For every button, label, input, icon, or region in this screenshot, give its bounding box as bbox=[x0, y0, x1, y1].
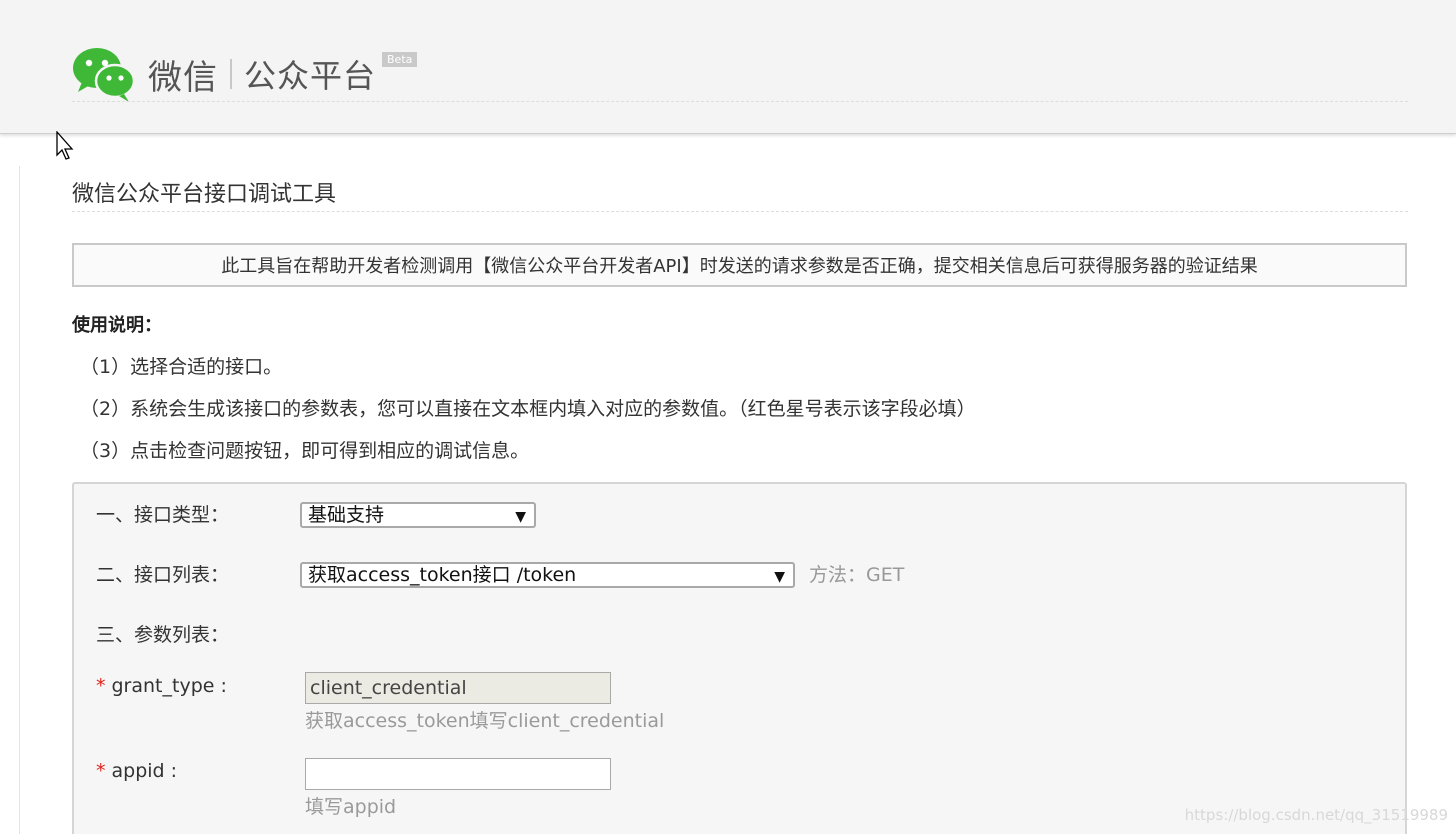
interface-list-select[interactable]: 获取access_token接口 /token ▼ bbox=[300, 562, 795, 588]
left-border bbox=[19, 166, 20, 834]
debug-form-panel bbox=[72, 482, 1407, 834]
platform-name: 公众平台 bbox=[244, 57, 377, 95]
interface-type-select[interactable]: 基础支持 ▼ bbox=[300, 502, 536, 528]
interface-list-value: 获取access_token接口 /token bbox=[308, 564, 577, 586]
wechat-logo-icon bbox=[72, 44, 136, 104]
appid-hint: 填写appid bbox=[305, 796, 397, 818]
param-label-grant-type: * grant_type : bbox=[96, 675, 227, 697]
interface-type-value: 基础支持 bbox=[308, 504, 385, 526]
page-title: 微信公众平台接口调试工具 bbox=[72, 182, 337, 207]
param-name: grant_type : bbox=[111, 675, 227, 697]
mouse-cursor-icon bbox=[56, 130, 76, 161]
param-name: appid : bbox=[111, 760, 178, 782]
interface-type-label: 一、接口类型： bbox=[96, 504, 230, 526]
usage-title: 使用说明： bbox=[72, 315, 162, 336]
notice-text: 此工具旨在帮助开发者检测调用【微信公众平台开发者API】时发送的请求参数是否正确… bbox=[221, 256, 1258, 277]
required-asterisk: * bbox=[96, 760, 106, 782]
interface-list-label: 二、接口列表： bbox=[96, 564, 230, 586]
brand-divider bbox=[230, 59, 232, 89]
grant-type-hint: 获取access_token填写client_credential bbox=[305, 710, 665, 732]
watermark: https://blog.csdn.net/qq_31519989 bbox=[1184, 806, 1448, 824]
notice-box: 此工具旨在帮助开发者检测调用【微信公众平台开发者API】时发送的请求参数是否正确… bbox=[72, 243, 1407, 287]
param-label-appid: * appid : bbox=[96, 760, 177, 782]
brand-name: 微信 bbox=[148, 57, 218, 98]
header-divider bbox=[72, 101, 1408, 102]
required-asterisk: * bbox=[96, 675, 106, 697]
usage-step: （3）点击检查问题按钮，即可得到相应的调试信息。 bbox=[80, 440, 530, 462]
dropdown-caret-icon: ▼ bbox=[515, 509, 526, 525]
params-label: 三、参数列表： bbox=[96, 624, 230, 646]
top-header: 微信 公众平台 Beta bbox=[0, 0, 1456, 134]
usage-step: （2）系统会生成该接口的参数表，您可以直接在文本框内填入对应的参数值。（红色星号… bbox=[80, 398, 976, 420]
grant-type-input[interactable]: client_credential bbox=[305, 672, 611, 704]
dropdown-caret-icon: ▼ bbox=[774, 569, 785, 585]
beta-badge: Beta bbox=[382, 52, 418, 67]
title-divider bbox=[72, 211, 1408, 212]
appid-input[interactable] bbox=[305, 758, 611, 790]
usage-step: （1）选择合适的接口。 bbox=[80, 356, 283, 378]
http-method: 方法：GET bbox=[809, 564, 905, 586]
logo[interactable]: 微信 公众平台 Beta bbox=[72, 44, 418, 104]
